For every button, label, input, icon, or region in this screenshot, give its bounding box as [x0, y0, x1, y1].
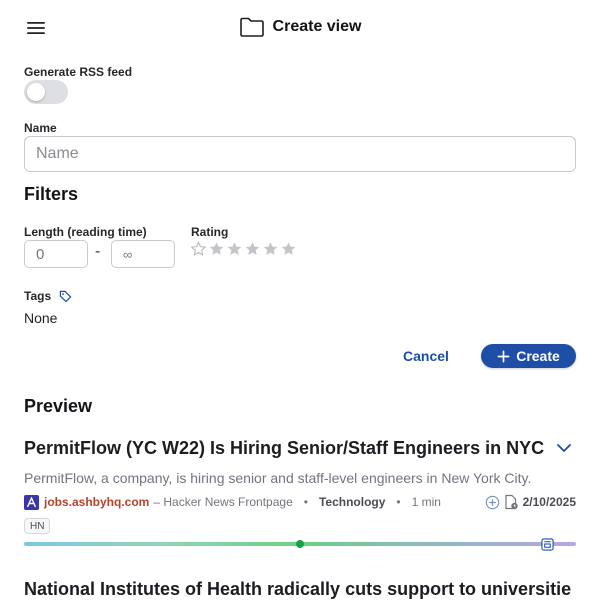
length-max-input[interactable]	[111, 240, 175, 268]
length-label: Length (reading time)	[24, 225, 147, 239]
star-icon[interactable]	[244, 240, 261, 258]
plus-icon	[497, 350, 510, 362]
source-badge: HN	[24, 518, 51, 534]
rss-feed-label: Generate RSS feed	[24, 65, 133, 79]
tags-row: Tags	[24, 289, 72, 303]
article-domain-link[interactable]: jobs.ashbyhq.com	[44, 495, 149, 509]
rating-stars	[190, 240, 297, 258]
meta-separator: •	[396, 495, 401, 509]
name-input[interactable]	[24, 136, 576, 172]
star-icon[interactable]	[280, 240, 297, 258]
create-button-label: Create	[516, 348, 560, 364]
chevron-down-icon[interactable]	[554, 440, 574, 456]
cancel-button[interactable]: Cancel	[398, 344, 454, 368]
page-header: Create view	[0, 16, 600, 38]
filters-heading: Filters	[24, 184, 79, 204]
toggle-knob	[27, 83, 45, 101]
article-summary: PermitFlow, a company, is hiring senior …	[24, 470, 532, 486]
length-separator: -	[95, 243, 101, 260]
reading-progress-marker[interactable]	[296, 540, 304, 548]
preview-heading: Preview	[24, 396, 93, 416]
article-date: 2/10/2025	[522, 495, 576, 509]
length-min-input[interactable]	[24, 240, 88, 268]
create-button[interactable]: Create	[481, 344, 576, 368]
star-icon[interactable]	[226, 240, 243, 258]
star-outline-icon[interactable]	[190, 240, 207, 258]
article-meta-right: 2/10/2025	[485, 494, 576, 510]
document-clock-icon	[505, 494, 518, 510]
add-circle-icon[interactable]	[485, 495, 500, 510]
article-title[interactable]: PermitFlow (YC W22) Is Hiring Senior/Sta…	[24, 438, 544, 459]
article-title[interactable]: National Institutes of Health radically …	[24, 579, 576, 600]
star-icon[interactable]	[262, 240, 279, 258]
article-category: Technology	[318, 495, 386, 509]
article-meta: jobs.ashbyhq.com – Hacker News Frontpage…	[24, 493, 576, 511]
meta-separator: •	[303, 495, 308, 509]
folder-icon	[239, 17, 264, 37]
name-label: Name	[24, 121, 57, 135]
archive-icon[interactable]	[541, 538, 554, 551]
tags-value: None	[24, 310, 58, 326]
page-title: Create view	[272, 18, 362, 35]
tags-label: Tags	[24, 289, 52, 303]
top-bar: Create view	[0, 0, 600, 56]
site-favicon-icon	[24, 494, 39, 510]
tag-icon[interactable]	[59, 290, 72, 303]
article-source: – Hacker News Frontpage	[153, 495, 293, 509]
rss-feed-toggle[interactable]	[24, 80, 68, 104]
star-icon[interactable]	[208, 240, 225, 258]
rating-label: Rating	[191, 225, 229, 239]
reading-time: 1 min	[411, 495, 441, 509]
